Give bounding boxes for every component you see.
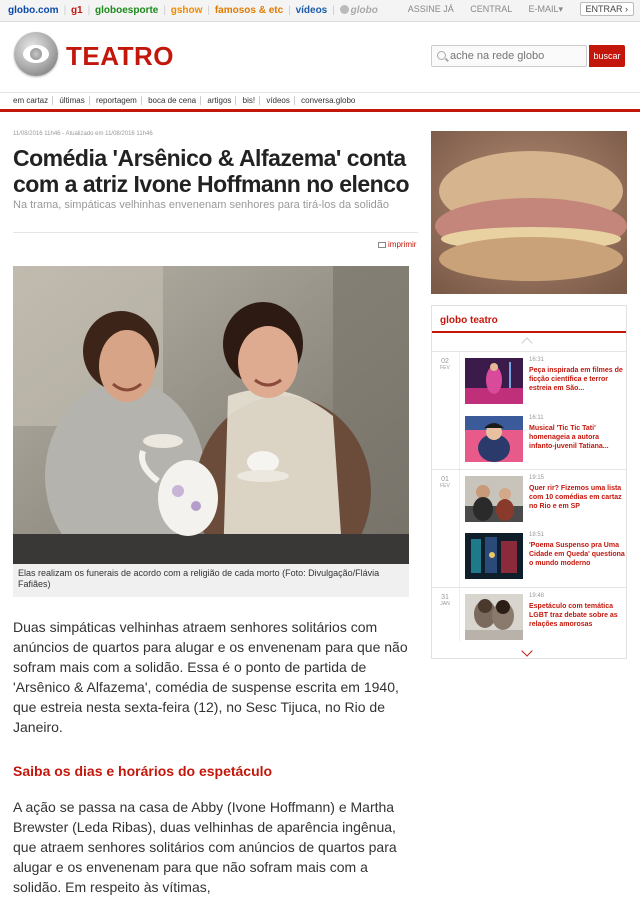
email-link[interactable]: E-MAIL▾ — [528, 4, 563, 14]
item-time: 16:31 — [529, 357, 545, 363]
thumbnail — [465, 594, 523, 640]
advertisement[interactable] — [431, 131, 627, 294]
list-item[interactable]: 16:31 Peça inspirada em filmes de ficção… — [465, 357, 625, 408]
article-paragraph: A ação se passa na casa de Abby (Ivone H… — [13, 799, 397, 895]
topbar-separator: | — [87, 5, 91, 16]
article-subhead: Na trama, simpáticas velhinhas envenenam… — [13, 199, 390, 211]
ad-image — [431, 131, 627, 294]
nav-list: em cartaz últimas reportagem boca de cen… — [13, 96, 359, 105]
printer-icon — [378, 242, 386, 248]
date-label: 31 JAN — [432, 594, 458, 607]
topbar-separator: | — [207, 5, 211, 16]
article-meta: 11/08/2016 11h46 - Atualizado em 11/08/2… — [13, 131, 153, 137]
item-time: 19:48 — [529, 593, 545, 599]
chevron-up-icon[interactable] — [521, 337, 533, 349]
item-time: 16:11 — [529, 415, 544, 421]
search-icon — [437, 51, 446, 60]
divider — [459, 351, 460, 641]
item-time: 18:51 — [529, 532, 545, 538]
thumbnail — [465, 476, 523, 522]
thumbnail — [465, 533, 523, 579]
list-item[interactable]: 18:51 'Poema Suspenso pra Uma Cidade em … — [465, 532, 625, 583]
date-label: 01 FEV — [432, 476, 458, 489]
item-title[interactable]: Musical 'Tic Tic Tati' homenageia a auto… — [529, 424, 625, 451]
central-link[interactable]: CENTRAL — [470, 4, 512, 14]
section-title[interactable]: TEATRO — [66, 41, 174, 72]
date-month: FEV — [440, 483, 450, 489]
globo-teatro-widget: globo teatro 02 FEV 16:31 Peça inspirada… — [431, 305, 627, 659]
nav-item-ultimas[interactable]: últimas — [55, 96, 90, 105]
globoplay-logo-text: globo — [350, 5, 378, 16]
list-item[interactable]: 19:48 Espetáculo com temática LGBT traz … — [465, 593, 625, 644]
item-title[interactable]: 'Poema Suspenso pra Uma Cidade em Queda'… — [529, 541, 625, 568]
nav-item-conversa-globo[interactable]: conversa.globo — [297, 96, 359, 105]
search-input[interactable] — [450, 48, 584, 64]
login-button[interactable]: ENTRAR › — [579, 2, 634, 16]
item-time: 19:15 — [529, 475, 545, 481]
search-box[interactable] — [431, 45, 587, 67]
nav-item-boca-de-cena[interactable]: boca de cena — [144, 96, 202, 105]
date-day: 31 — [441, 594, 449, 601]
divider — [13, 232, 418, 233]
topbar-separator: | — [163, 5, 166, 16]
nav-item-bis[interactable]: bis! — [239, 96, 261, 105]
nav-item-videos[interactable]: vídeos — [262, 96, 295, 105]
thumbnail — [465, 358, 523, 404]
date-month: FEV — [440, 365, 450, 371]
item-title[interactable]: Quer rir? Fizemos uma lista com 10 coméd… — [529, 484, 625, 511]
section-nav: em cartaz últimas reportagem boca de cen… — [0, 92, 640, 112]
divider — [432, 469, 626, 470]
list-item[interactable]: 16:11 Musical 'Tic Tic Tati' homenageia … — [465, 415, 625, 466]
topbar-link-g1[interactable]: g1 — [71, 5, 83, 16]
nav-item-em-cartaz[interactable]: em cartaz — [13, 96, 54, 105]
topbar-link-gshow[interactable]: gshow — [171, 5, 203, 16]
date-month: JAN — [440, 601, 450, 607]
topbar-separator: | — [288, 5, 291, 16]
search-button[interactable]: buscar — [589, 45, 625, 67]
thumbnail — [465, 416, 523, 462]
topbar-separator: | — [332, 5, 335, 16]
topbar-link-globoesporte[interactable]: globoesporte — [95, 5, 158, 16]
date-day: 01 — [441, 476, 449, 483]
article-photo-image — [13, 266, 409, 564]
topbar-links: globo.com | g1 | globoesporte | gshow | famo… — [8, 5, 382, 16]
article-headline: Comédia 'Arsênico & Alfazema' conta com … — [13, 145, 410, 197]
article-paragraph: Duas simpáticas velhinhas atraem senhore… — [13, 619, 408, 735]
site-header: TEATRO buscar — [0, 23, 640, 88]
topbar-separator: | — [63, 5, 67, 16]
nav-item-reportagem[interactable]: reportagem — [92, 96, 142, 105]
chevron-down-icon[interactable] — [521, 645, 533, 657]
item-title[interactable]: Peça inspirada em filmes de ficção cient… — [529, 366, 625, 393]
item-title[interactable]: Espetáculo com temática LGBT traz debate… — [529, 602, 625, 629]
photo-caption: Elas realizam os funerais de acordo com … — [13, 564, 409, 597]
divider — [432, 351, 626, 352]
globoplay-icon — [339, 5, 349, 14]
topbar-link-globo[interactable]: globo.com — [8, 5, 59, 16]
nav-item-artigos[interactable]: artigos — [203, 96, 237, 105]
print-link[interactable]: imprimir — [378, 240, 416, 249]
topbar-link-famosos[interactable]: famosos & etc — [215, 5, 283, 16]
assine-link[interactable]: ASSINE JÁ — [408, 4, 454, 14]
date-day: 02 — [441, 358, 449, 365]
topbar-link-videos[interactable]: vídeos — [296, 5, 328, 16]
article-photo — [13, 266, 409, 564]
article-link-heading[interactable]: Saiba os dias e horários do espetáculo — [13, 763, 272, 779]
globo-topbar: globo.com | g1 | globoesporte | gshow | famo… — [0, 0, 640, 22]
date-label: 02 FEV — [432, 358, 458, 371]
topbar-right: ASSINE JÁ CENTRAL E-MAIL▾ ENTRAR › — [394, 2, 634, 16]
print-label: imprimir — [388, 240, 417, 249]
list-item[interactable]: 19:15 Quer rir? Fizemos uma lista com 10… — [465, 475, 625, 526]
globo-logo-icon[interactable] — [14, 32, 58, 76]
topbar-link-globoplay[interactable]: globo — [339, 5, 380, 16]
widget-title[interactable]: globo teatro — [432, 306, 626, 333]
divider — [432, 587, 626, 588]
